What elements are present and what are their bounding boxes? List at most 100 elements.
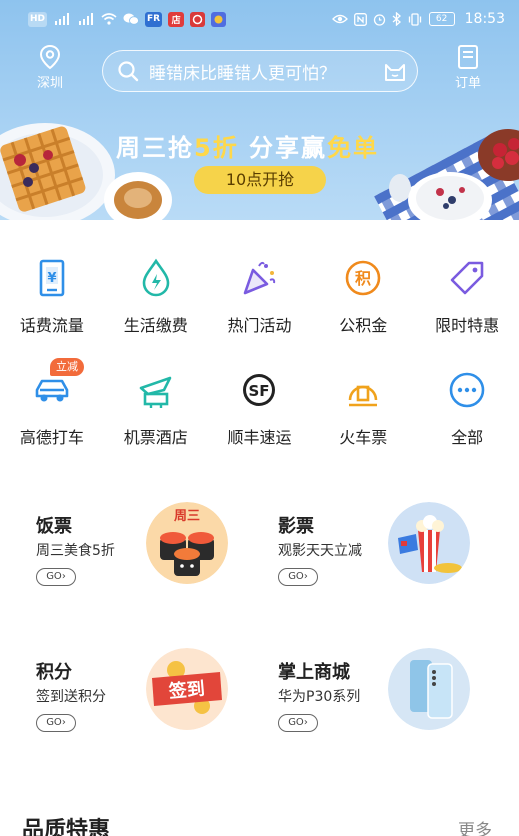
service-label: 公积金 — [339, 316, 388, 335]
service-train-tickets[interactable]: 火车票 — [311, 360, 415, 472]
search-icon — [118, 61, 139, 82]
train-icon — [348, 385, 378, 407]
service-housing-fund[interactable]: 积 公积金 — [311, 248, 415, 360]
eye-icon — [331, 14, 348, 24]
location-pin-icon — [39, 44, 61, 70]
plane-hotel-icon — [139, 376, 171, 408]
car-icon — [35, 379, 69, 402]
banner-headline-part1: 周三抢 — [116, 134, 194, 162]
svg-text:SF: SF — [249, 382, 270, 400]
paint-app-icon — [211, 11, 227, 27]
discount-badge: 立减 — [50, 358, 84, 376]
promo-card-meal-tickets[interactable]: 饭票 周三美食5折 GO› 周三 — [36, 502, 236, 602]
promo-subtitle: 华为P30系列 — [278, 689, 361, 705]
banner-headline-highlight2: 免单 — [327, 134, 380, 162]
service-utilities[interactable]: 生活缴费 — [104, 248, 208, 360]
phone-recharge-icon: ¥ — [39, 259, 65, 297]
go-label: GO — [46, 717, 62, 728]
cat-mascot-icon — [385, 64, 405, 81]
app-screen: HD FR 店 62 18:53 深圳 睡错床比睡错人更可怕？ 订单 周三抢5折… — [0, 0, 519, 836]
more-icon — [449, 372, 485, 408]
service-phone-recharge[interactable]: ¥ 话费流量 — [0, 248, 104, 360]
section-title: 品质特惠 — [22, 818, 111, 836]
banner-headline: 周三抢5折 分享赢免单 — [116, 128, 379, 163]
service-grid: ¥ 话费流量 生活缴费 热门活动 积 公积金 限时特惠 高德打车 立减 机票酒店… — [0, 248, 519, 472]
promo-art-text: 周三 — [174, 509, 200, 524]
popcorn-illustration — [388, 502, 470, 584]
status-bar-left: HD FR 店 — [28, 11, 227, 27]
go-button[interactable]: GO› — [36, 568, 76, 586]
promo-card-points[interactable]: 积分 签到送积分 GO› 签到 — [36, 648, 236, 748]
hero-banner[interactable]: HD FR 店 62 18:53 深圳 睡错床比睡错人更可怕？ 订单 周三抢5折… — [0, 0, 519, 220]
service-label: 顺丰速运 — [227, 428, 292, 447]
location-button[interactable]: 深圳 — [26, 44, 74, 91]
service-label: 高德打车 — [19, 428, 84, 447]
orders-label: 订单 — [454, 76, 481, 91]
service-row: 高德打车 立减 机票酒店 SF 顺丰速运 火车票 全部 — [0, 358, 519, 472]
banner-headline-part2: 分享赢 — [238, 134, 328, 162]
service-label: 限时特惠 — [435, 316, 500, 335]
search-placeholder: 睡错床比睡错人更可怕？ — [149, 63, 336, 84]
promo-card-movie-tickets[interactable]: 影票 观影天天立减 GO› — [278, 502, 478, 602]
4g-signal-icon — [55, 13, 70, 25]
fund-icon: 积 — [345, 260, 381, 296]
promo-title: 积分 — [36, 662, 72, 683]
nfc-icon — [353, 12, 367, 26]
orders-icon — [458, 45, 478, 69]
service-all[interactable]: 全部 — [415, 360, 519, 472]
svg-text:¥: ¥ — [47, 271, 56, 286]
service-taxi[interactable]: 高德打车 立减 — [0, 358, 104, 472]
go-button[interactable]: GO› — [278, 714, 318, 732]
status-bar: HD FR 店 62 18:53 — [0, 0, 519, 38]
sf-express-icon: SF — [243, 374, 276, 406]
bluetooth-icon — [392, 12, 401, 26]
check-in-illustration: 签到 — [146, 648, 228, 730]
service-label: 生活缴费 — [123, 316, 188, 335]
service-label: 热门活动 — [227, 316, 292, 335]
alarm-icon — [373, 13, 385, 26]
promo-subtitle: 签到送积分 — [36, 689, 106, 705]
go-button[interactable]: GO› — [278, 568, 318, 586]
price-tag-icon — [450, 261, 484, 295]
status-bar-right: 62 18:53 — [331, 11, 505, 27]
clock: 18:53 — [464, 11, 505, 27]
promo-title: 饭票 — [36, 516, 72, 537]
promo-title: 掌上商城 — [278, 662, 350, 683]
service-label: 机票酒店 — [123, 428, 188, 447]
4g-signal-icon — [79, 13, 94, 25]
phone-illustration — [388, 648, 470, 730]
party-popper-icon — [244, 261, 276, 295]
wifi-icon — [101, 13, 117, 25]
promo-subtitle: 周三美食5折 — [36, 543, 115, 559]
hd-icon: HD — [28, 11, 48, 27]
more-link[interactable]: 更多 — [458, 816, 492, 836]
service-label: 全部 — [451, 428, 484, 447]
service-flights-hotels[interactable]: 机票酒店 — [104, 360, 208, 472]
location-label: 深圳 — [36, 76, 63, 91]
go-label: GO — [288, 717, 304, 728]
promo-art-text: 签到 — [167, 677, 206, 702]
go-label: GO — [46, 571, 62, 582]
orders-button[interactable]: 订单 — [444, 44, 492, 91]
banner-cta-button[interactable]: 10点开抢 — [194, 166, 326, 194]
search-bar[interactable]: 睡错床比睡错人更可怕？ — [102, 50, 418, 92]
vibrate-icon — [408, 12, 421, 26]
sushi-illustration: 周三 — [146, 502, 228, 584]
svg-text:积: 积 — [355, 269, 371, 288]
battery-icon: 62 — [428, 12, 455, 26]
service-sf-express[interactable]: SF 顺丰速运 — [208, 360, 312, 472]
promo-card-mall[interactable]: 掌上商城 华为P30系列 GO› — [278, 648, 478, 748]
wechat-icon — [123, 13, 139, 25]
bank-app-icon — [190, 11, 206, 27]
service-row: ¥ 话费流量 生活缴费 热门活动 积 公积金 限时特惠 — [0, 248, 519, 360]
banner-headline-highlight1: 5折 — [194, 134, 239, 162]
service-hot-events[interactable]: 热门活动 — [208, 248, 312, 360]
water-drop-icon — [142, 258, 169, 297]
go-button[interactable]: GO› — [36, 714, 76, 732]
service-flash-deals[interactable]: 限时特惠 — [415, 248, 519, 360]
go-label: GO — [288, 571, 304, 582]
promo-title: 影票 — [278, 516, 314, 537]
service-label: 话费流量 — [19, 316, 84, 335]
promo-subtitle: 观影天天立减 — [278, 543, 362, 559]
service-label: 火车票 — [339, 428, 388, 447]
